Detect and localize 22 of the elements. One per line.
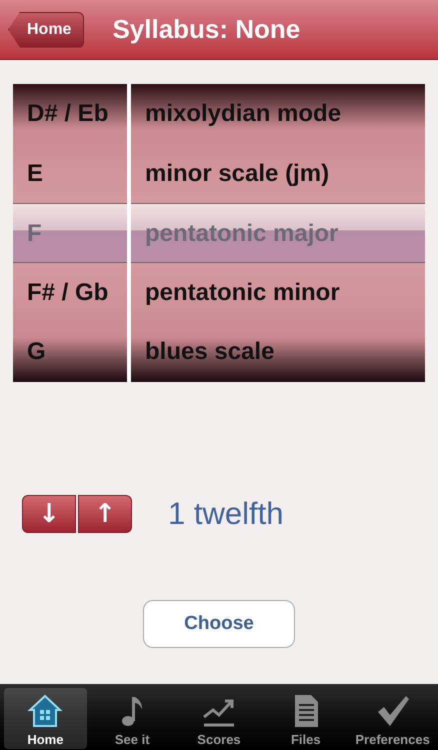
interval-label: 1 twelfth bbox=[168, 496, 284, 532]
picker-wheel[interactable]: D# / Eb E F F# / Gb G bbox=[13, 84, 127, 382]
screen-title: Syllabus: None bbox=[112, 14, 300, 45]
picker-item[interactable]: blues scale bbox=[131, 322, 425, 382]
tab[interactable]: Files bbox=[264, 688, 348, 749]
picker-item[interactable]: pentatonic minor bbox=[131, 262, 425, 322]
picker-item[interactable]: D# / Eb bbox=[13, 84, 127, 144]
tab[interactable]: See it bbox=[90, 688, 174, 749]
tab[interactable]: Preferences bbox=[351, 688, 434, 749]
house-icon bbox=[27, 693, 64, 729]
picker-wheel[interactable]: mixolydian mode minor scale (jm) pentatonic major pentatonic minor blues scale bbox=[131, 84, 425, 382]
picker-item[interactable]: E bbox=[13, 144, 127, 204]
picker-item[interactable]: F# / Gb bbox=[13, 262, 127, 322]
back-button[interactable]: Home bbox=[8, 12, 84, 48]
tab[interactable]: Home bbox=[4, 688, 87, 749]
picker-item[interactable]: G bbox=[13, 322, 127, 382]
tab[interactable]: Scores bbox=[178, 688, 260, 749]
choose-button[interactable]: Choose bbox=[143, 600, 295, 648]
picker-item[interactable]: mixolydian mode bbox=[131, 84, 425, 144]
step-button[interactable]: ↓ bbox=[22, 494, 76, 533]
step-button[interactable]: ↑ bbox=[78, 494, 132, 533]
picker-item[interactable]: minor scale (jm) bbox=[131, 144, 425, 204]
